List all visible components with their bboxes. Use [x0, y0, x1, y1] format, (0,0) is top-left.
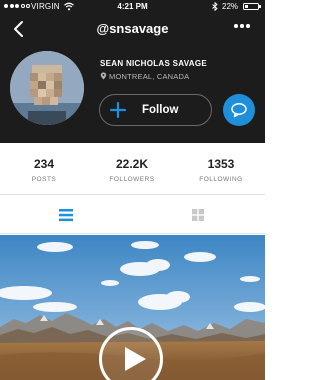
stat-following-value: 1353: [207, 157, 235, 171]
view-toggle-bar: [0, 196, 265, 234]
plus-icon: [109, 101, 127, 119]
status-bar: VIRGIN 4:21 PM 22%: [0, 0, 265, 14]
list-view-icon[interactable]: [58, 208, 74, 222]
profile-name: SEAN NICHOLAS SAVAGE: [100, 59, 208, 68]
stat-posts-label: POSTS: [31, 176, 57, 183]
more-dots-icon[interactable]: [234, 24, 250, 28]
stat-posts-value: 234: [33, 157, 55, 171]
bluetooth-icon: [212, 2, 218, 11]
profile-location-text: MONTREAL, CANADA: [109, 72, 190, 81]
message-button[interactable]: [223, 94, 255, 126]
profile-location: MONTREAL, CANADA: [100, 72, 189, 81]
battery-icon: [243, 3, 259, 10]
stat-followers-value: 22.2K: [115, 157, 149, 171]
stat-followers[interactable]: 22.2K FOLLOWERS: [88, 157, 176, 183]
stat-posts[interactable]: 234 POSTS: [0, 157, 88, 183]
follow-button[interactable]: Follow: [99, 94, 212, 126]
avatar: [10, 51, 84, 125]
location-pin-icon: [100, 72, 107, 80]
feed-photo[interactable]: [0, 235, 265, 380]
follow-button-label: Follow: [142, 104, 179, 116]
stat-following[interactable]: 1353 FOLLOWING: [177, 157, 265, 183]
profile-header: VIRGIN 4:21 PM 22% @snsavage SEAN NICHOL…: [0, 0, 265, 143]
chat-bubble-icon: [231, 103, 247, 118]
play-icon: [125, 347, 146, 371]
stat-followers-label: FOLLOWERS: [109, 176, 155, 183]
grid-view-icon[interactable]: [191, 208, 205, 222]
profile-stats: 234 POSTS 22.2K FOLLOWERS 1353 FOLLOWING: [0, 143, 265, 195]
profile-handle: @snsavage: [96, 21, 169, 36]
stat-following-label: FOLLOWING: [199, 176, 243, 183]
battery-percent: 22%: [222, 2, 239, 11]
